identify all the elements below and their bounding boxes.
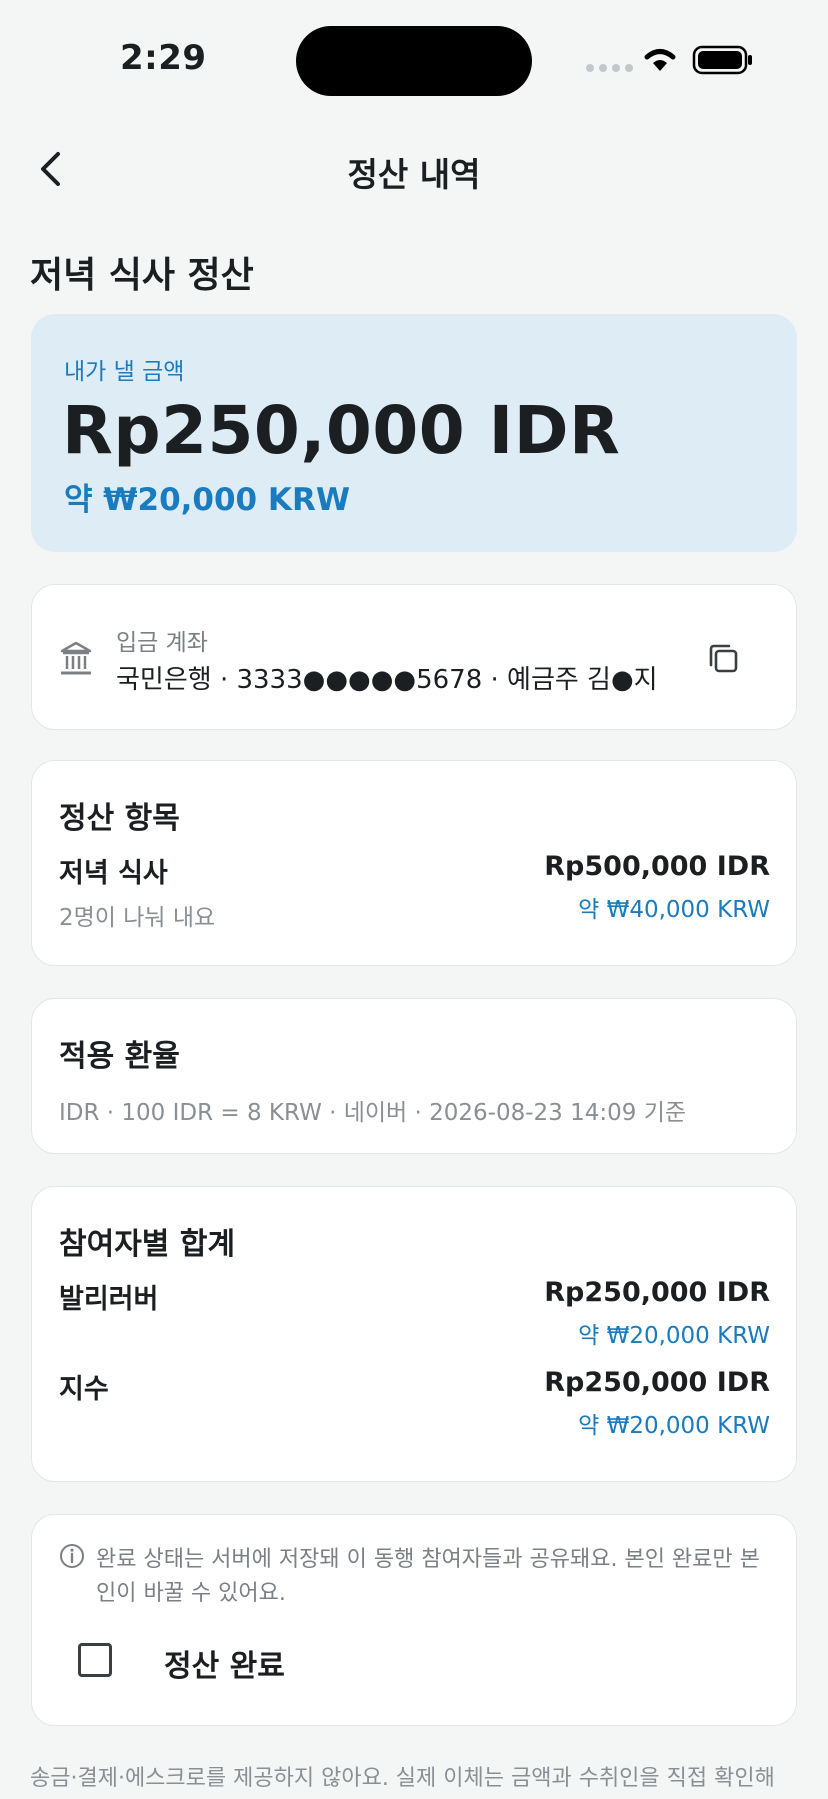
cellular-signal-icon bbox=[586, 64, 633, 72]
bank-icon bbox=[60, 641, 92, 675]
item-note: 2명이 나눠 내요 bbox=[59, 905, 216, 931]
my-amount-converted: 약 ₩20,000 KRW bbox=[64, 482, 351, 518]
completion-card: 완료 상태는 서버에 저장돼 이 동행 참여자들과 공유돼요. 본인 완료만 본… bbox=[31, 1514, 797, 1726]
account-value: 국민은행 · 3333●●●●●5678 · 예금주 김●지 bbox=[116, 665, 658, 695]
info-icon bbox=[60, 1544, 84, 1568]
dynamic-island bbox=[296, 26, 532, 96]
my-amount-label: 내가 낼 금액 bbox=[64, 359, 185, 385]
completion-info-text: 완료 상태는 서버에 저장돼 이 동행 참여자들과 공유돼요. 본인 완료만 본… bbox=[96, 1547, 760, 1606]
deposit-account-card: 입금 계좌 국민은행 · 3333●●●●●5678 · 예금주 김●지 bbox=[31, 584, 797, 730]
item-converted: 약 ₩40,000 KRW bbox=[578, 897, 770, 923]
item-name: 저녁 식사 bbox=[59, 858, 168, 889]
top-navigation: 정산 내역 bbox=[0, 130, 828, 210]
participant-name: 지수 bbox=[59, 1367, 109, 1406]
page-title: 저녁 식사 정산 bbox=[30, 255, 254, 296]
item-amount: Rp500,000 IDR bbox=[544, 851, 770, 882]
footer-disclaimer: 송금·결제·에스크로를 제공하지 않아요. 실제 이체는 금액과 수취인을 직접… bbox=[30, 1766, 775, 1791]
participant-converted: 약 ₩20,000 KRW bbox=[578, 1323, 770, 1349]
rate-detail: IDR · 100 IDR = 8 KRW · 네이버 · 2026-08-23… bbox=[59, 1100, 687, 1126]
my-amount-value: Rp250,000 IDR bbox=[62, 392, 621, 469]
list-item: 저녁 식사 2명이 나눠 내요 bbox=[59, 851, 215, 932]
participant-amount: Rp250,000 IDR bbox=[544, 1367, 770, 1398]
participants-card: 참여자별 합계 발리러버 Rp250,000 IDR 약 ₩20,000 KRW… bbox=[31, 1186, 797, 1482]
settlement-complete-label[interactable]: 정산 완료 bbox=[164, 1641, 285, 1685]
account-label: 입금 계좌 bbox=[116, 630, 208, 656]
wifi-icon bbox=[644, 49, 676, 71]
my-amount-card: 내가 낼 금액 Rp250,000 IDR 약 ₩20,000 KRW bbox=[31, 314, 797, 552]
status-bar: 2:29 bbox=[0, 0, 828, 120]
copy-icon[interactable] bbox=[702, 637, 746, 681]
participant-amounts: Rp250,000 IDR 약 ₩20,000 KRW bbox=[544, 1367, 770, 1440]
participants-section-title: 참여자별 합계 bbox=[59, 1227, 236, 1262]
participant-name-label: 발리러버 bbox=[59, 1284, 159, 1315]
settlement-items-card: 정산 항목 저녁 식사 2명이 나눠 내요 Rp500,000 IDR 약 ₩4… bbox=[31, 760, 797, 966]
participant-converted: 약 ₩20,000 KRW bbox=[578, 1413, 770, 1439]
participant-amount: Rp250,000 IDR bbox=[544, 1277, 770, 1308]
items-section-title: 정산 항목 bbox=[59, 801, 180, 836]
participant-name: 발리러버 bbox=[59, 1277, 158, 1316]
item-amounts: Rp500,000 IDR 약 ₩40,000 KRW bbox=[544, 851, 770, 924]
settlement-complete-checkbox[interactable] bbox=[78, 1643, 112, 1677]
participant-name-label: 지수 bbox=[59, 1374, 109, 1405]
nav-title: 정산 내역 bbox=[347, 155, 481, 194]
exchange-rate-card: 적용 환율 IDR · 100 IDR = 8 KRW · 네이버 · 2026… bbox=[31, 998, 797, 1154]
participant-amounts: Rp250,000 IDR 약 ₩20,000 KRW bbox=[544, 1277, 770, 1350]
rate-section-title: 적용 환율 bbox=[59, 1039, 180, 1074]
battery-icon bbox=[692, 45, 752, 75]
status-time: 2:29 bbox=[120, 38, 207, 78]
